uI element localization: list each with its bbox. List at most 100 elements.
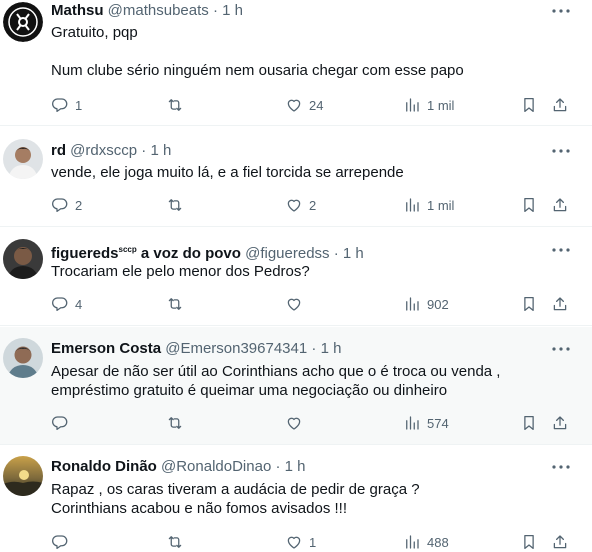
timestamp[interactable]: 1 h [343,245,364,262]
author-name[interactable]: rd [51,142,66,159]
author-handle[interactable]: @mathsubeats [108,2,209,19]
share-icon [551,414,569,432]
reply-icon [51,196,69,214]
like-count: 24 [309,97,324,113]
bookmark-button[interactable] [520,95,538,115]
timestamp[interactable]: 1 h [222,2,243,19]
avatar[interactable] [3,139,43,179]
bookmark-button[interactable] [520,294,538,314]
tweet-actions: 1 488 [51,532,576,552]
more-icon [552,347,570,351]
author-name[interactable]: Mathsu [51,2,104,19]
like-button[interactable] [285,413,309,433]
more-icon [552,149,570,153]
tweet-header: Emerson Costa @Emerson39674341 · 1 h [51,339,341,359]
share-icon [551,533,569,551]
share-icon [551,96,569,114]
author-name[interactable]: figueredssccp a voz do povo [51,245,241,262]
tweet-actions: 2 2 1 mil [51,195,576,215]
share-button[interactable] [551,532,569,552]
retweet-icon [166,295,184,313]
author-handle[interactable]: @rdxsccp [70,142,137,159]
retweet-button[interactable] [166,413,190,433]
bookmark-button[interactable] [520,195,538,215]
tweet[interactable]: Emerson Costa @Emerson39674341 · 1 h Ape… [0,327,592,445]
author-name-text: figuereds [51,245,119,262]
timestamp[interactable]: 1 h [285,458,306,475]
views-icon [403,533,421,551]
reply-button[interactable]: 1 [51,95,82,115]
reply-button[interactable]: 2 [51,195,82,215]
author-handle[interactable]: @Emerson39674341 [165,340,307,357]
view-count: 1 mil [427,97,455,113]
retweet-icon [166,533,184,551]
reply-button[interactable]: 4 [51,294,82,314]
reply-icon [51,414,69,432]
timestamp[interactable]: 1 h [321,340,342,357]
tweet-actions: 574 [51,413,576,433]
person-photo-dark-icon [3,239,43,279]
like-button[interactable]: 24 [285,95,323,115]
view-count: 574 [427,415,449,431]
avatar[interactable] [3,239,43,279]
separator-dot: · [311,340,317,357]
author-handle[interactable]: @figueredss [245,245,329,262]
tweet[interactable]: Ronaldo Dinão @RonaldoDinao · 1 h Rapaz … [0,446,592,552]
reply-icon [51,533,69,551]
more-button[interactable] [550,1,572,21]
views-button[interactable]: 488 [403,532,449,552]
views-button[interactable]: 902 [403,294,449,314]
bookmark-icon [520,295,538,313]
retweet-icon [166,196,184,214]
share-button[interactable] [551,195,569,215]
views-button[interactable]: 1 mil [403,95,454,115]
retweet-button[interactable] [166,195,190,215]
tweet[interactable]: Mathsu @mathsubeats · 1 h Gratuito, pqp … [0,0,592,126]
views-button[interactable]: 1 mil [403,195,454,215]
person-photo-icon [3,139,43,179]
views-icon [403,295,421,313]
views-icon [403,96,421,114]
bookmark-icon [520,414,538,432]
avatar[interactable] [3,456,43,496]
retweet-button[interactable] [166,294,190,314]
bookmark-icon [520,96,538,114]
reply-button[interactable] [51,413,75,433]
share-button[interactable] [551,95,569,115]
author-handle[interactable]: @RonaldoDinao [161,458,271,475]
tweet-text: Apesar de não ser útil ao Corinthians ac… [51,363,501,399]
reply-icon [51,295,69,313]
like-button[interactable]: 1 [285,532,316,552]
reply-button[interactable] [51,532,75,552]
tweet-header: Ronaldo Dinão @RonaldoDinao · 1 h [51,457,306,477]
retweet-button[interactable] [166,532,190,552]
tweet-text: Trocariam ele pelo menor dos Pedros? [51,263,310,280]
reply-count: 4 [75,296,83,312]
avatar[interactable] [3,338,43,378]
tweet[interactable]: figueredssccp a voz do povo @figueredss … [0,228,592,326]
like-button[interactable] [285,294,309,314]
more-button[interactable] [550,141,572,161]
bookmark-button[interactable] [520,413,538,433]
retweet-icon [166,96,184,114]
like-button[interactable]: 2 [285,195,316,215]
corinthians-logo-icon [3,2,43,42]
timestamp[interactable]: 1 h [150,142,171,159]
tweet-header: figueredssccp a voz do povo @figueredss … [51,240,364,262]
avatar[interactable] [3,2,43,42]
views-button[interactable]: 574 [403,413,449,433]
bookmark-button[interactable] [520,532,538,552]
bookmark-icon [520,196,538,214]
share-button[interactable] [551,294,569,314]
more-button[interactable] [550,339,572,359]
more-button[interactable] [550,240,572,260]
views-icon [403,196,421,214]
author-name[interactable]: Ronaldo Dinão [51,458,157,475]
tweet[interactable]: rd @rdxsccp · 1 h vende, ele joga muito … [0,127,592,227]
reply-count: 2 [75,197,83,213]
separator-dot: · [212,2,218,19]
share-button[interactable] [551,413,569,433]
retweet-button[interactable] [166,95,190,115]
author-name[interactable]: Emerson Costa [51,340,161,357]
more-button[interactable] [550,457,572,477]
